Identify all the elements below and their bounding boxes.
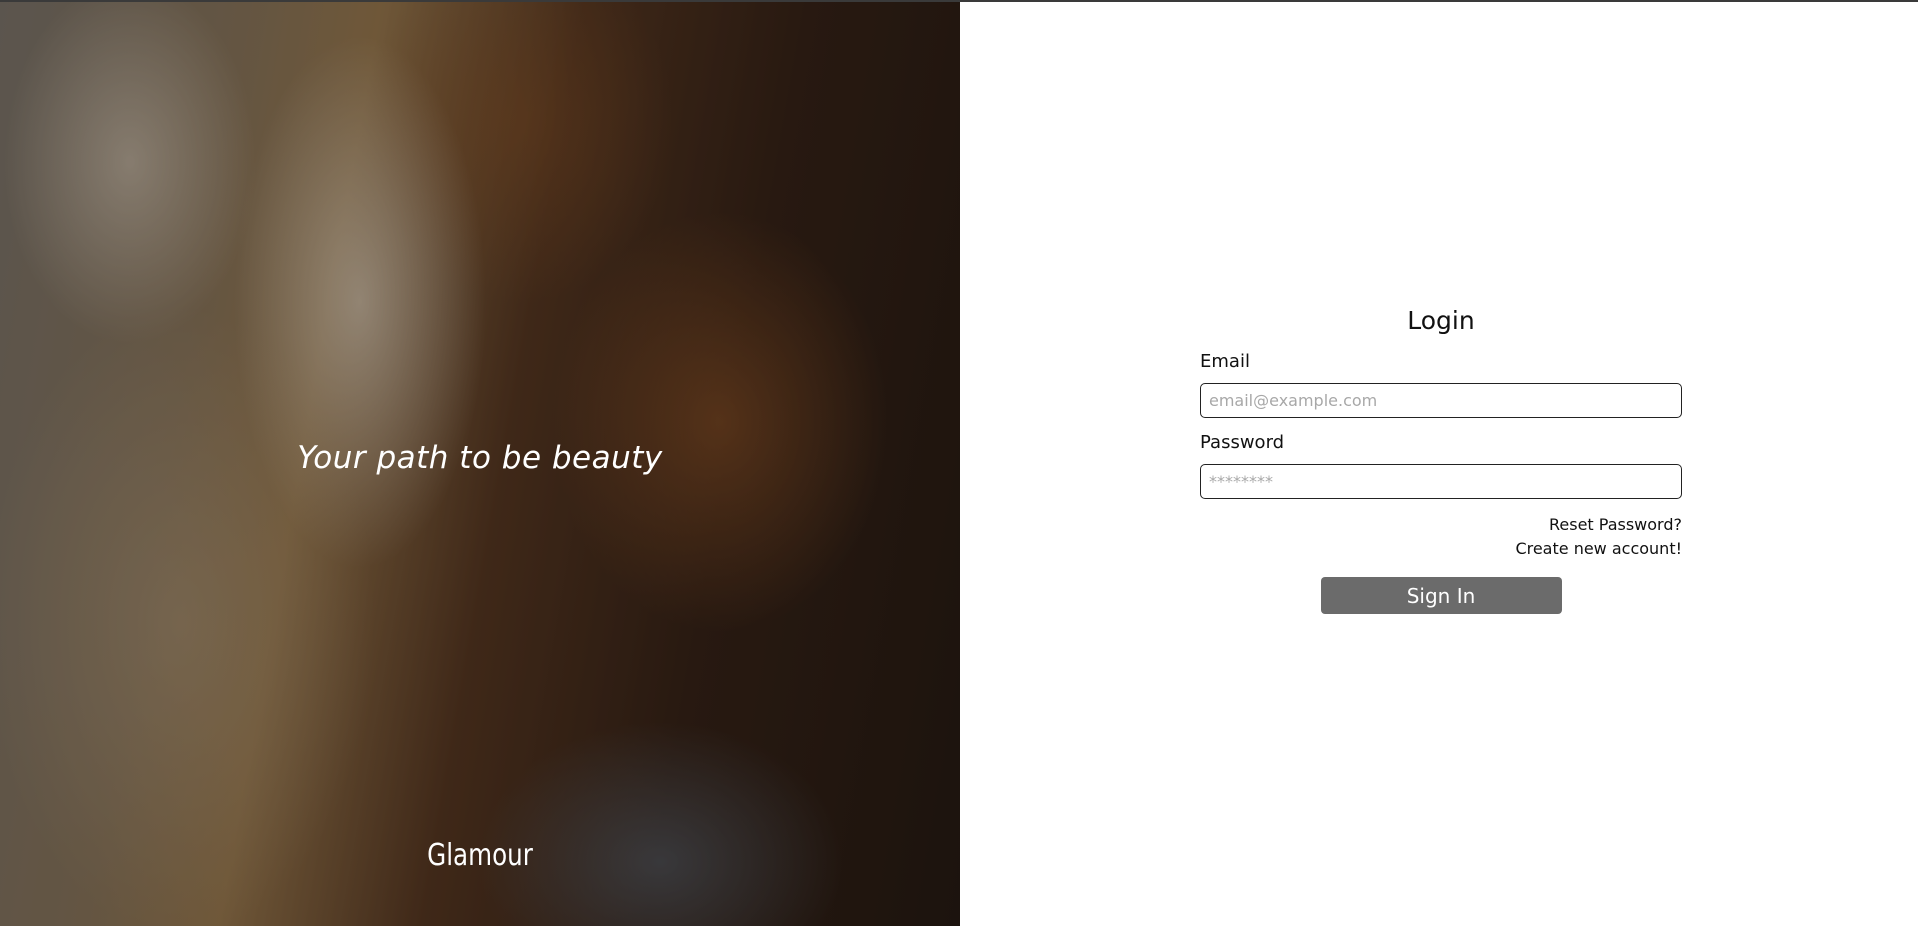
account-links: Reset Password? Create new account! bbox=[1200, 513, 1682, 561]
sign-in-button[interactable]: Sign In bbox=[1320, 577, 1562, 614]
login-form: Login Email Password Reset Password? Cre… bbox=[1200, 306, 1682, 614]
password-input[interactable] bbox=[1200, 464, 1682, 499]
password-label: Password bbox=[1200, 432, 1285, 453]
login-title: Login bbox=[1407, 306, 1475, 335]
email-input[interactable] bbox=[1200, 383, 1682, 418]
page: Your path to be beauty Glamour Login Ema… bbox=[0, 0, 1918, 926]
login-panel: Login Email Password Reset Password? Cre… bbox=[960, 2, 1918, 926]
brand-logo: Glamour bbox=[427, 838, 533, 873]
submit-row: Sign In bbox=[1200, 577, 1682, 614]
hero-tagline: Your path to be beauty bbox=[297, 440, 663, 476]
create-account-link[interactable]: Create new account! bbox=[1200, 537, 1682, 561]
hero-image-panel: Your path to be beauty Glamour bbox=[0, 2, 960, 926]
reset-password-link[interactable]: Reset Password? bbox=[1200, 513, 1682, 537]
email-label: Email bbox=[1200, 351, 1250, 372]
